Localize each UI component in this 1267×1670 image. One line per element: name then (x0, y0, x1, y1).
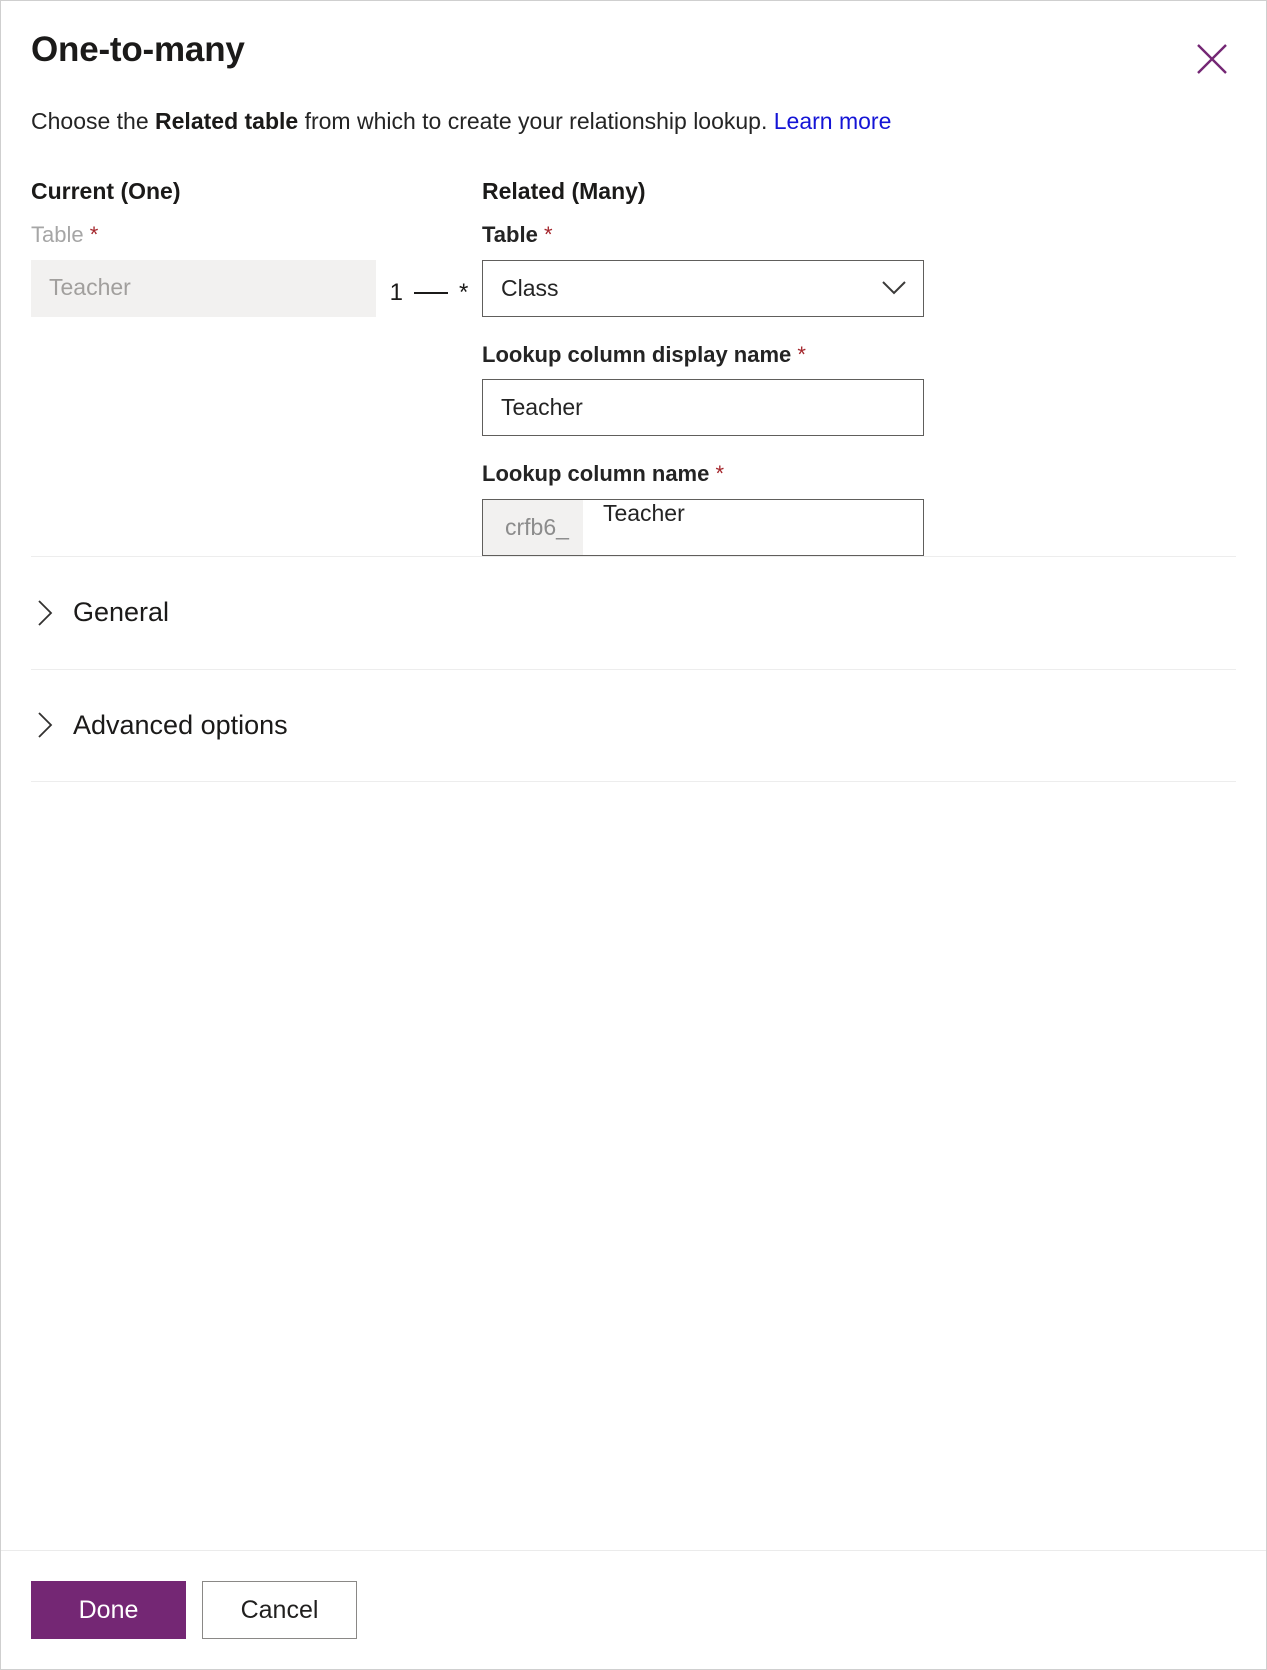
related-table-label-text: Table (482, 222, 544, 248)
page-title: One-to-many (31, 30, 245, 69)
lookup-column-name-input[interactable]: Teacher (583, 500, 923, 555)
description-suffix: from which to create your relationship l… (298, 107, 774, 134)
one-to-many-dialog: One-to-many Choose the Related table fro… (0, 0, 1267, 1670)
cardinality-one: 1 (389, 279, 403, 307)
related-many-column: Related (Many) Table * Class Lookup colu… (482, 177, 924, 556)
close-button[interactable] (1188, 35, 1236, 83)
related-table-label: Table * (482, 221, 924, 249)
chevron-down-icon (881, 280, 907, 296)
dialog-description: Choose the Related table from which to c… (1, 70, 1266, 137)
description-emphasis: Related table (155, 107, 299, 134)
related-table-selected-value: Class (501, 274, 559, 301)
current-table-label-text: Table (31, 222, 90, 248)
dialog-footer: Done Cancel (1, 1550, 1266, 1669)
current-one-column: Current (One) Table * Teacher (31, 177, 376, 317)
lookup-display-name-required-asterisk: * (797, 341, 806, 367)
section-general-label: General (73, 597, 170, 628)
cardinality-column: 1 * (376, 177, 482, 322)
cardinality-dash-icon (414, 292, 448, 295)
section-advanced-options[interactable]: Advanced options (31, 668, 1236, 782)
current-table-required-asterisk: * (89, 222, 99, 248)
cardinality-many: * (459, 279, 469, 307)
close-icon (1195, 42, 1229, 76)
lookup-column-name-prefix: crfb6_ (483, 499, 583, 555)
related-table-required-asterisk: * (543, 222, 553, 248)
related-table-dropdown[interactable]: Class (482, 259, 924, 317)
lookup-display-name-input[interactable]: Teacher (482, 379, 924, 437)
collapsible-sections: General Advanced options (1, 555, 1266, 1550)
chevron-right-icon (31, 599, 73, 627)
current-table-input: Teacher (31, 259, 376, 317)
cardinality-marker: 1 * (376, 265, 482, 322)
section-advanced-options-label: Advanced options (73, 709, 288, 740)
lookup-display-name-label: Lookup column display name * (482, 341, 924, 369)
current-one-heading: Current (One) (31, 177, 181, 204)
relationship-form: Current (One) Table * Teacher 1 * Relate… (1, 137, 1266, 556)
lookup-column-name-field[interactable]: crfb6_ Teacher (482, 498, 924, 556)
lookup-display-name-label-text: Lookup column display name (482, 341, 798, 367)
cancel-button[interactable]: Cancel (202, 1581, 357, 1639)
section-general[interactable]: General (31, 555, 1236, 669)
chevron-right-icon (31, 711, 73, 739)
learn-more-link[interactable]: Learn more (774, 108, 892, 134)
lookup-column-name-label: Lookup column name * (482, 460, 924, 488)
lookup-column-name-label-text: Lookup column name (482, 461, 716, 487)
lookup-column-name-required-asterisk: * (715, 461, 725, 487)
cardinality-spacer (376, 177, 482, 265)
current-table-label: Table * (31, 221, 376, 249)
dialog-header: One-to-many (1, 1, 1266, 74)
done-button[interactable]: Done (31, 1581, 186, 1639)
description-prefix: Choose the (31, 107, 156, 134)
related-many-heading: Related (Many) (482, 177, 646, 204)
